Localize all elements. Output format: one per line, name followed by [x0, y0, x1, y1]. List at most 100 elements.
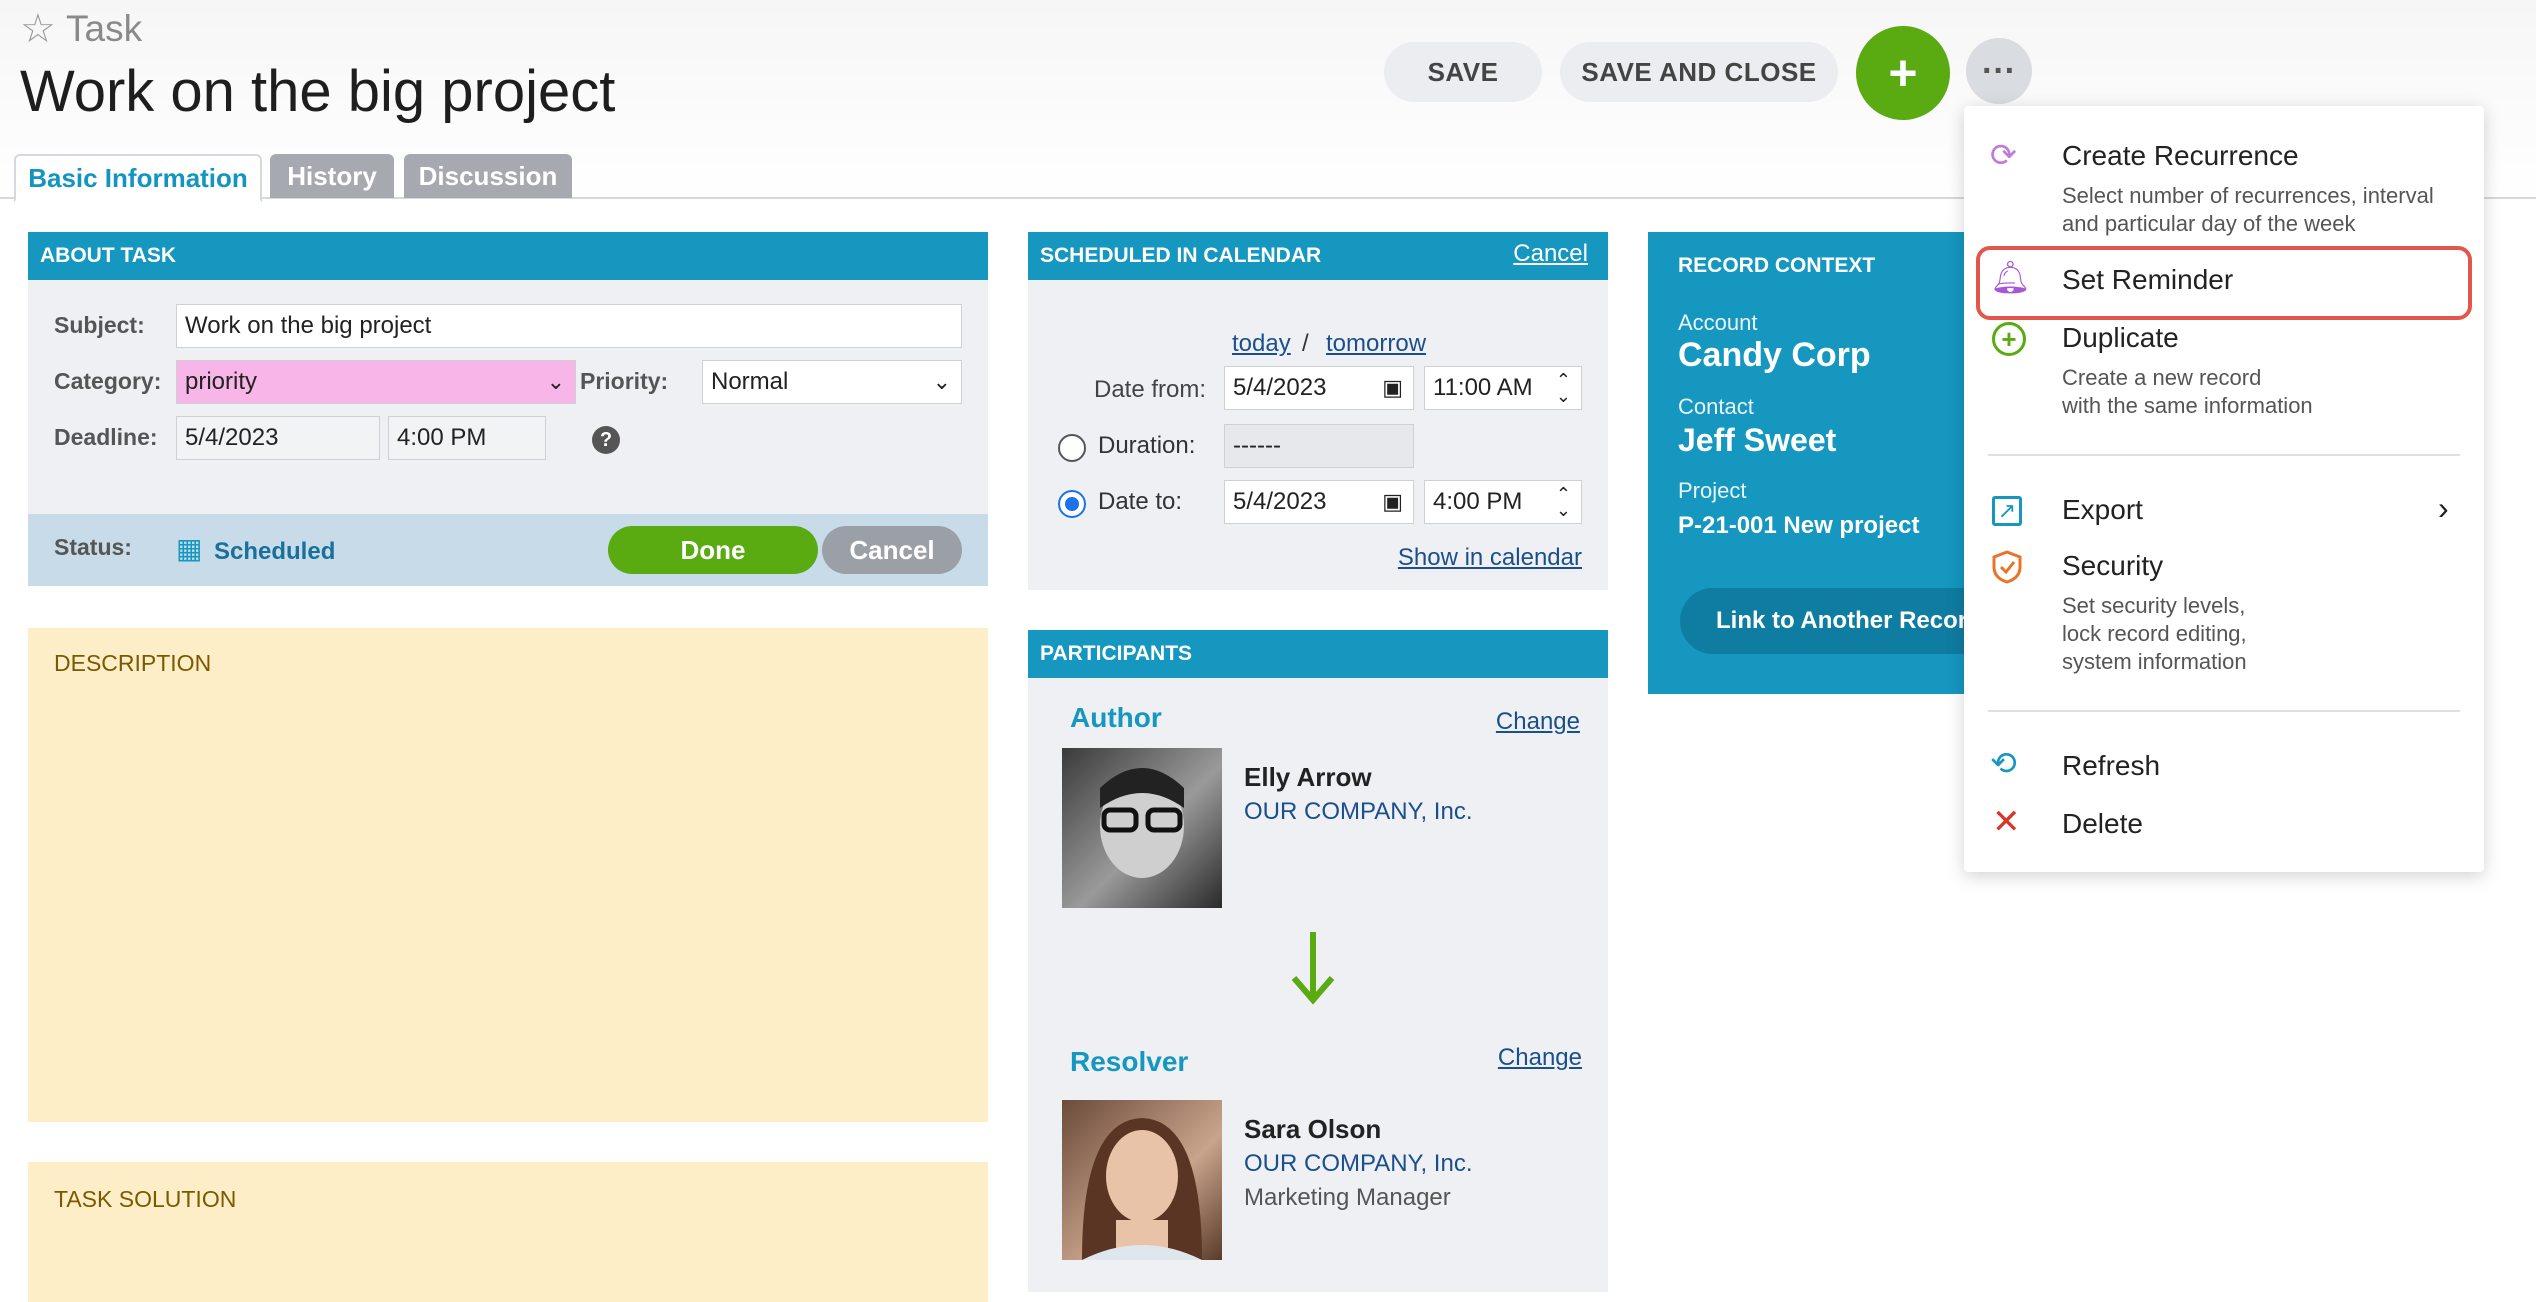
- date-to-input[interactable]: 5/4/2023 ▣: [1224, 480, 1414, 524]
- more-actions-button[interactable]: ···: [1966, 38, 2032, 104]
- duration-input[interactable]: ------: [1224, 424, 1414, 468]
- project-label: Project: [1678, 478, 1747, 503]
- star-icon[interactable]: ☆: [20, 6, 56, 52]
- participants-heading: PARTICIPANTS: [1028, 630, 1608, 678]
- deadline-label: Deadline:: [54, 424, 158, 450]
- time-from-input[interactable]: 11:00 AM ⌃ ⌄: [1424, 366, 1582, 410]
- participants-panel: PARTICIPANTS Author Change Elly Arrow OU…: [1028, 630, 1608, 1292]
- author-name: Elly Arrow: [1244, 762, 1372, 792]
- duration-label: Duration:: [1098, 432, 1196, 459]
- task-solution-section[interactable]: TASK SOLUTION: [28, 1162, 988, 1302]
- author-change-link[interactable]: Change: [1496, 708, 1580, 736]
- menu-set-reminder[interactable]: Set Reminder: [2062, 264, 2233, 296]
- author-label: Author: [1070, 702, 1162, 733]
- resolver-avatar: [1062, 1100, 1222, 1260]
- subject-input[interactable]: Work on the big project: [176, 304, 962, 348]
- time-stepper-icon[interactable]: ⌃ ⌄: [1556, 371, 1571, 405]
- tomorrow-link[interactable]: tomorrow: [1326, 330, 1426, 358]
- done-button[interactable]: Done: [608, 526, 818, 574]
- time-from-value: 11:00 AM: [1433, 374, 1533, 401]
- calendar-picker-icon[interactable]: ▣: [1382, 375, 1403, 401]
- date-to-radio[interactable]: [1058, 490, 1086, 518]
- today-link[interactable]: today: [1232, 330, 1291, 358]
- resolver-change-link[interactable]: Change: [1498, 1044, 1582, 1072]
- menu-divider: [1988, 454, 2460, 456]
- deadline-time-input[interactable]: 4:00 PM: [388, 416, 546, 460]
- tab-basic-information[interactable]: Basic Information: [14, 154, 262, 202]
- save-button[interactable]: SAVE: [1384, 42, 1542, 102]
- time-stepper-icon[interactable]: ⌃ ⌄: [1556, 485, 1571, 519]
- duplicate-icon: +: [1992, 322, 2026, 356]
- about-task-heading: ABOUT TASK: [28, 232, 988, 280]
- project-value[interactable]: P-21-001 New project: [1678, 512, 1919, 540]
- calendar-cancel-link[interactable]: Cancel: [1513, 240, 1588, 268]
- contact-label: Contact: [1678, 394, 1754, 419]
- time-to-input[interactable]: 4:00 PM ⌃ ⌄: [1424, 480, 1582, 524]
- menu-create-recurrence[interactable]: Create Recurrence: [2062, 140, 2299, 172]
- calendar-icon: ▦: [176, 533, 203, 564]
- time-to-value: 4:00 PM: [1433, 488, 1523, 515]
- status-cancel-button[interactable]: Cancel: [822, 526, 962, 574]
- status-value: Scheduled: [214, 538, 336, 565]
- shield-icon: [1992, 550, 2022, 589]
- menu-refresh[interactable]: Refresh: [2062, 750, 2160, 782]
- menu-divider: [1988, 710, 2460, 712]
- duration-radio[interactable]: [1058, 434, 1086, 462]
- date-shortcut-separator: /: [1302, 330, 1309, 357]
- menu-duplicate[interactable]: Duplicate: [2062, 322, 2179, 354]
- contact-value[interactable]: Jeff Sweet: [1678, 422, 1836, 459]
- date-from-label: Date from:: [1094, 376, 1207, 403]
- date-from-value: 5/4/2023: [1233, 374, 1327, 401]
- tab-discussion[interactable]: Discussion: [404, 154, 572, 198]
- menu-security-desc-2: lock record editing,: [2062, 621, 2247, 646]
- deadline-date-input[interactable]: 5/4/2023: [176, 416, 380, 460]
- date-from-input[interactable]: 5/4/2023 ▣: [1224, 366, 1414, 410]
- category-value: priority: [185, 368, 258, 395]
- account-value[interactable]: Candy Corp: [1678, 336, 1871, 375]
- subject-label: Subject:: [54, 312, 145, 338]
- resolver-role: Marketing Manager: [1244, 1184, 1451, 1211]
- record-context-panel: RECORD CONTEXT Account Candy Corp Contac…: [1648, 232, 2020, 694]
- description-heading: DESCRIPTION: [54, 650, 212, 676]
- chevron-down-icon: ⌄: [932, 369, 951, 394]
- export-icon: ↗: [1992, 496, 2022, 526]
- resolver-company: OUR COMPANY, Inc.: [1244, 1150, 1473, 1177]
- chevron-down-icon: ⌄: [546, 369, 565, 394]
- resolver-label: Resolver: [1070, 1046, 1189, 1077]
- menu-delete[interactable]: Delete: [2062, 808, 2143, 840]
- more-actions-menu: ⟳ Create Recurrence Select number of rec…: [1964, 106, 2484, 872]
- priority-label: Priority:: [580, 368, 669, 394]
- arrow-down-icon: [1290, 930, 1336, 1011]
- person-photo-icon: [1082, 1118, 1202, 1260]
- category-select[interactable]: priority ⌄: [176, 360, 576, 404]
- priority-value: Normal: [711, 368, 789, 395]
- save-and-close-button[interactable]: SAVE AND CLOSE: [1560, 42, 1838, 102]
- close-icon: ✕: [1992, 803, 2021, 841]
- task-solution-heading: TASK SOLUTION: [54, 1186, 237, 1212]
- calendar-panel: SCHEDULED IN CALENDAR Cancel today / tom…: [1028, 232, 1608, 590]
- calendar-picker-icon[interactable]: ▣: [1382, 489, 1403, 515]
- record-context-heading: RECORD CONTEXT: [1678, 254, 1876, 277]
- author-avatar: [1062, 748, 1222, 908]
- menu-security-desc-3: system information: [2062, 649, 2247, 674]
- radio-dot-icon: [1065, 497, 1079, 511]
- menu-security-desc-1: Set security levels,: [2062, 593, 2246, 618]
- about-task-panel: ABOUT TASK Subject: Work on the big proj…: [28, 232, 988, 586]
- menu-create-recurrence-desc-2: and particular day of the week: [2062, 211, 2356, 236]
- menu-duplicate-desc-2: with the same information: [2062, 393, 2313, 418]
- priority-select[interactable]: Normal ⌄: [702, 360, 962, 404]
- description-section[interactable]: DESCRIPTION: [28, 628, 988, 1122]
- tab-history[interactable]: History: [270, 154, 394, 198]
- menu-duplicate-desc-1: Create a new record: [2062, 365, 2262, 390]
- person-photo-icon: [1100, 768, 1184, 878]
- help-icon[interactable]: ?: [592, 426, 620, 454]
- date-to-value: 5/4/2023: [1233, 488, 1327, 515]
- status-label: Status:: [54, 534, 132, 560]
- menu-export[interactable]: Export: [2062, 494, 2143, 526]
- resolver-name: Sara Olson: [1244, 1114, 1382, 1144]
- add-button[interactable]: +: [1856, 26, 1950, 120]
- page-title: Work on the big project: [20, 59, 616, 124]
- menu-security[interactable]: Security: [2062, 550, 2163, 582]
- breadcrumb: Task: [66, 8, 143, 49]
- show-in-calendar-link[interactable]: Show in calendar: [1398, 544, 1582, 572]
